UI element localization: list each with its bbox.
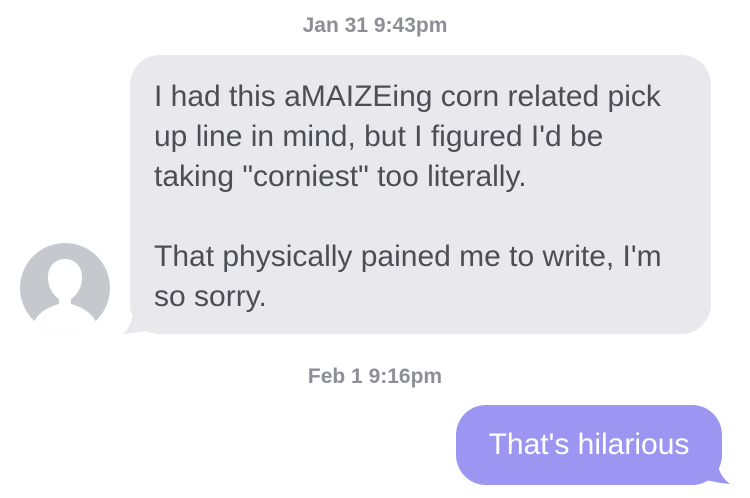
outgoing-message-bubble[interactable]: That's hilarious (456, 405, 722, 485)
message-paragraph: That physically pained me to write, I'm … (154, 240, 662, 313)
incoming-message-bubble[interactable]: I had this aMAIZEing corn related pick u… (130, 55, 711, 334)
contact-avatar[interactable] (20, 243, 110, 333)
message-text: That's hilarious (488, 428, 690, 461)
message-timestamp: Jan 31 9:43pm (302, 14, 448, 37)
message-timestamp: Feb 1 9:16pm (307, 365, 443, 388)
message-paragraph: I had this aMAIZEing corn related pick u… (154, 80, 661, 193)
person-silhouette-icon (34, 259, 96, 333)
